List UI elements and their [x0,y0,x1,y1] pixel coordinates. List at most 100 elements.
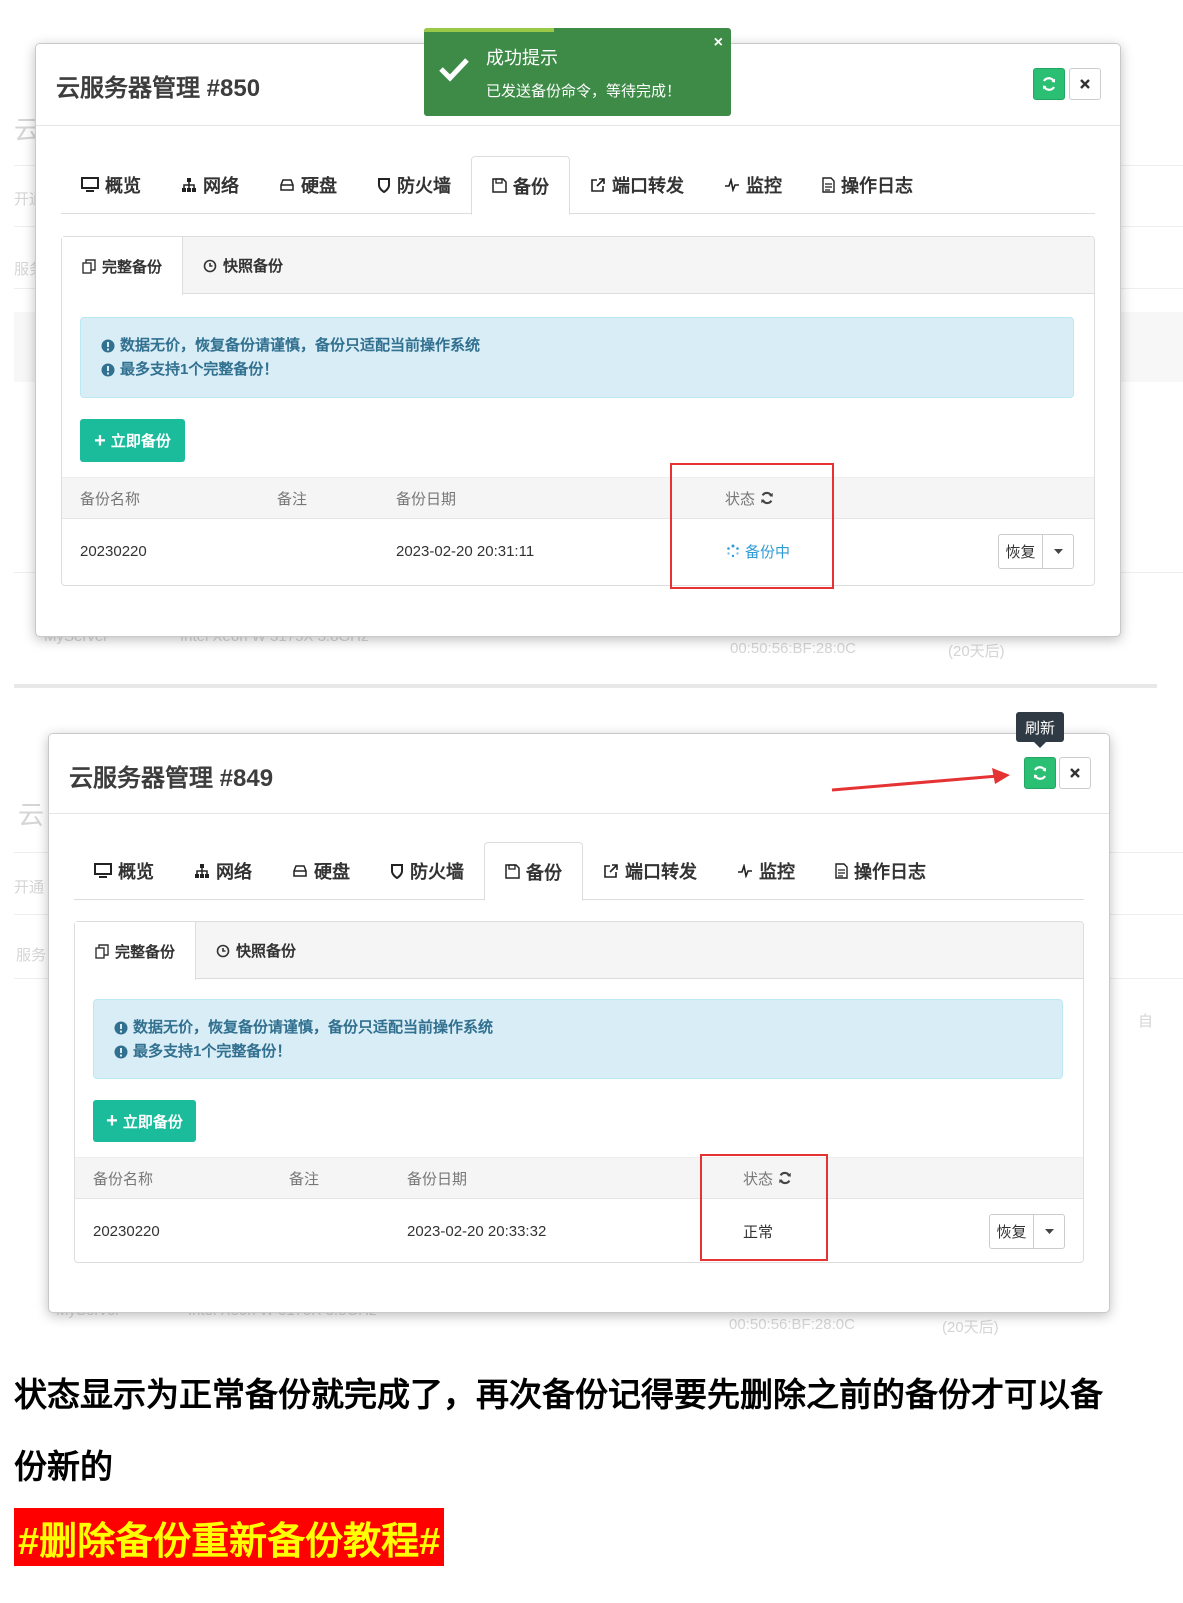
restore-button[interactable]: 恢复 [999,535,1043,568]
tab-firewall[interactable]: 防火墙 [370,842,484,900]
close-icon [1080,79,1090,89]
main-tabs: 概览 网络 硬盘 防火墙 备份 端口转发 监控 操作日志 [74,842,1084,901]
tab-overview[interactable]: 概览 [74,842,174,900]
backup-panel: 完整备份 快照备份 数据无价，恢复备份请谨慎，备份只适配当前操作系统 最多支持1… [74,921,1084,1263]
modal-title: 云服务器管理 #849 [69,765,274,792]
column-header-note: 备注 [277,490,308,508]
restore-dropdown-toggle[interactable] [1043,535,1073,568]
backup-table-header: 备份名称 备注 备份日期 状态 [75,1157,1083,1199]
subtab-full-backup[interactable]: 完整备份 [75,922,197,980]
copy-icon [95,943,109,959]
caption-line: 状态显示为正常备份就完成了，再次备份记得要先删除之前的备份才可以备 [14,1376,1103,1413]
tab-port-forwarding[interactable]: 端口转发 [583,842,717,900]
alert-line: 数据无价，恢复备份请谨慎，备份只适配当前操作系统 [120,337,481,354]
backup-now-button[interactable]: + 立即备份 [93,1100,196,1142]
tab-operation-log[interactable]: 操作日志 [802,156,933,214]
subtab-snapshot-backup[interactable]: 快照备份 [196,922,316,979]
server-modal-849: 云服务器管理 #849 概览 网络 硬盘 防火墙 备份 端口转发 监控 操作日志… [48,733,1110,1313]
subtab-full-backup[interactable]: 完整备份 [62,237,184,295]
sitemap-icon [182,178,196,192]
backup-subtabs: 完整备份 快照备份 [62,237,1094,295]
bg-fragment: 00:50:56:BF:28:0C [730,640,856,657]
bg-fragment: 云 [18,800,45,830]
tab-firewall[interactable]: 防火墙 [357,156,471,214]
column-header-name: 备份名称 [80,490,141,508]
close-button[interactable] [1059,757,1091,789]
info-alert: 数据无价，恢复备份请谨慎，备份只适配当前操作系统 最多支持1个完整备份！ [80,317,1074,398]
bg-fragment: 服务 [16,947,47,964]
refresh-icon [1042,77,1056,91]
bg-fragment: 自 [1138,1013,1154,1030]
alert-line: 数据无价，恢复备份请谨慎，备份只适配当前操作系统 [133,1019,494,1036]
hdd-icon [280,179,294,191]
heartbeat-icon [738,864,752,878]
refresh-button[interactable] [1033,68,1065,100]
success-toast: 成功提示 已发送备份命令，等待完成！ × [424,28,731,116]
highlight-box [700,1154,828,1261]
tab-backup[interactable]: 备份 [484,842,583,901]
backup-name: 20230220 [80,542,147,560]
tab-monitor[interactable]: 监控 [704,156,802,214]
column-header-note: 备注 [289,1170,320,1188]
tab-network[interactable]: 网络 [174,842,272,900]
tab-disk[interactable]: 硬盘 [259,156,357,214]
desktop-icon [94,863,112,878]
screenshot-bottom: 云 开通 服务 自 MyServer Intel Xeon W 3175X 3.… [0,700,1183,1340]
info-alert: 数据无价，恢复备份请谨慎，备份只适配当前操作系统 最多支持1个完整备份！ [93,999,1063,1079]
copy-icon [82,258,96,274]
close-icon [1070,768,1080,778]
backup-now-button[interactable]: + 立即备份 [80,419,185,462]
tutorial-hashtag[interactable]: #删除备份重新备份教程# [14,1508,445,1566]
tab-disk[interactable]: 硬盘 [272,842,370,900]
column-header-date: 备份日期 [396,490,457,508]
toast-message: 已发送备份命令，等待完成！ [486,83,682,100]
clock-icon [216,944,230,957]
save-icon [505,864,520,879]
backup-panel: 完整备份 快照备份 数据无价，恢复备份请谨慎，备份只适配当前操作系统 最多支持1… [61,236,1095,586]
restore-button-group: 恢复 [989,1214,1065,1249]
alert-line: 最多支持1个完整备份！ [120,361,279,378]
backup-date: 2023-02-20 20:31:11 [396,542,535,560]
table-row: 20230220 2023-02-20 20:31:11 备份中 恢复 [62,519,1094,583]
tab-backup[interactable]: 备份 [471,156,570,215]
external-link-icon [604,864,618,878]
main-tabs: 概览 网络 硬盘 防火墙 备份 端口转发 监控 操作日志 [61,156,1095,215]
refresh-tooltip: 刷新 [1016,712,1064,748]
tab-operation-log[interactable]: 操作日志 [815,842,946,900]
subtab-snapshot-backup[interactable]: 快照备份 [183,237,303,294]
refresh-button[interactable] [1024,757,1056,789]
backup-subtabs: 完整备份 快照备份 [75,922,1083,980]
close-button[interactable] [1069,68,1101,100]
file-text-icon [822,177,835,193]
desktop-icon [81,177,99,192]
plus-icon: + [106,1110,118,1132]
tab-network[interactable]: 网络 [161,156,259,214]
heartbeat-icon [725,178,739,192]
caret-down-icon [1044,1228,1054,1234]
alert-line: 最多支持1个完整备份！ [133,1043,292,1060]
tab-monitor[interactable]: 监控 [717,842,815,900]
bg-fragment: 开通 [14,879,45,896]
info-circle-icon [101,363,115,377]
restore-button-group: 恢复 [998,534,1074,569]
restore-dropdown-toggle[interactable] [1034,1215,1064,1248]
check-icon [439,58,469,82]
shield-icon [378,178,390,193]
caption-line: 份新的 [14,1448,113,1485]
column-header-name: 备份名称 [93,1170,154,1188]
tab-port-forwarding[interactable]: 端口转发 [570,156,704,214]
backup-table-header: 备份名称 备注 备份日期 状态 [62,477,1094,519]
external-link-icon [591,178,605,192]
toast-progress [424,28,554,32]
restore-button[interactable]: 恢复 [990,1215,1034,1248]
section-divider [14,684,1157,688]
toast-close-button[interactable]: × [714,34,723,52]
caret-down-icon [1053,548,1063,554]
save-icon [492,178,507,193]
tab-overview[interactable]: 概览 [61,156,161,214]
bg-fragment: 00:50:56:BF:28:0C [729,1316,855,1333]
toast-title: 成功提示 [486,48,558,68]
server-modal-850: 云服务器管理 #850 概览 网络 硬盘 防火墙 备份 端口转发 监控 操作日志… [35,43,1121,637]
info-circle-icon [114,1045,128,1059]
file-text-icon [835,863,848,879]
